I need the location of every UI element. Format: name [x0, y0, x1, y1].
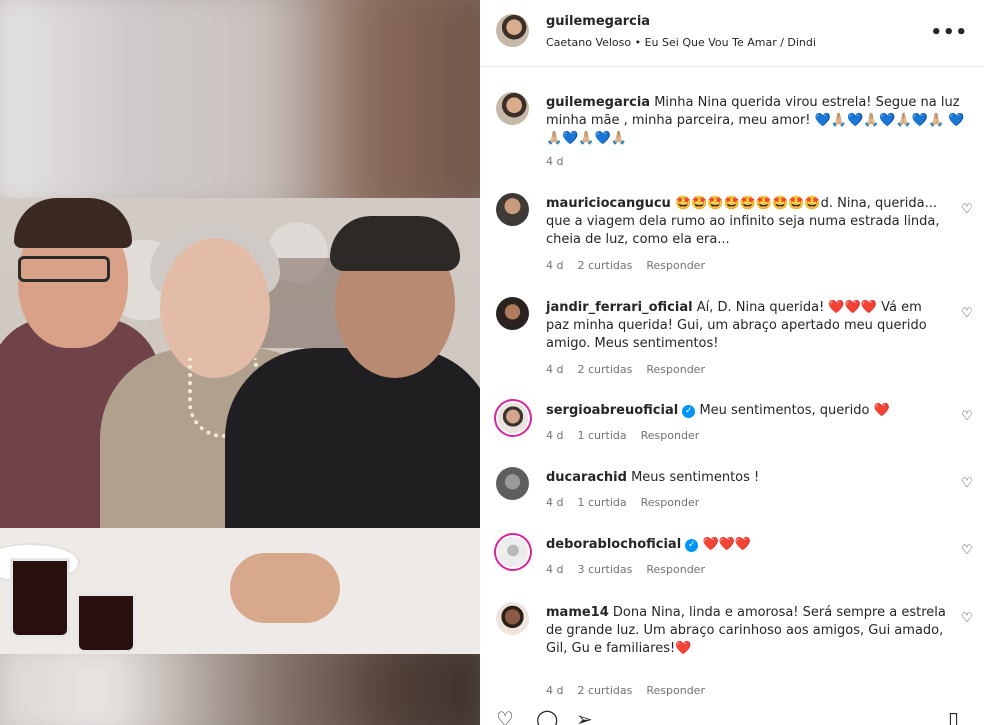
comment-like-icon[interactable]: ♡: [960, 612, 974, 626]
author-avatar[interactable]: [496, 14, 529, 47]
commenter-avatar[interactable]: [498, 403, 528, 433]
comment-text: ❤️❤️❤️: [702, 537, 751, 552]
comment-like-icon[interactable]: ♡: [960, 307, 974, 321]
commenter-avatar[interactable]: [496, 193, 529, 226]
commenter-avatar[interactable]: [496, 602, 529, 635]
post-photo: [0, 198, 480, 654]
comment-icon[interactable]: ◯: [536, 709, 558, 725]
comment-likes[interactable]: 2 curtidas: [577, 684, 632, 697]
verified-badge-icon: ✓: [682, 405, 696, 418]
action-bar: ♡ ◯ ➢ ▯: [480, 705, 984, 725]
heart-icon[interactable]: ♡: [496, 709, 518, 725]
comment-item: mame14 Dona Nina, linda e amorosa! Será …: [480, 602, 984, 702]
commenter-avatar[interactable]: [498, 537, 528, 567]
commenter-avatar[interactable]: [496, 467, 529, 500]
comment-like-icon[interactable]: ♡: [960, 544, 974, 558]
audio-label[interactable]: Caetano Veloso • Eu Sei Que Vou Te Amar …: [546, 36, 816, 49]
reply-button[interactable]: Responder: [641, 429, 700, 442]
comment-text: Meus sentimentos !: [631, 470, 760, 485]
reply-button[interactable]: Responder: [646, 684, 705, 697]
comment-item: mauriciocangucu 🤩🤩🤩🤩🤩🤩🤩🤩🤩d. Nina, querid…: [480, 193, 984, 278]
comment-meta: 4 d 3 curtidas Responder: [546, 563, 719, 576]
post-media[interactable]: [0, 0, 480, 725]
post-header: guilemegarcia Caetano Veloso • Eu Sei Qu…: [480, 0, 984, 67]
bookmark-icon[interactable]: ▯: [948, 709, 970, 725]
comment-like-icon[interactable]: ♡: [960, 477, 974, 491]
reply-button[interactable]: Responder: [646, 363, 705, 376]
reply-button[interactable]: Responder: [646, 563, 705, 576]
comment-username[interactable]: sergioabreuoficial: [546, 403, 678, 418]
caption-time: 4 d: [546, 155, 564, 168]
comment-item: ducarachid Meus sentimentos ! 4 d 1 curti…: [480, 467, 984, 517]
comment-likes[interactable]: 1 curtida: [577, 496, 626, 509]
post-dialog: guilemegarcia Caetano Veloso • Eu Sei Qu…: [0, 0, 984, 725]
caption: guilemegarcia Minha Nina querida virou e…: [480, 92, 984, 172]
comment-meta: 4 d 1 curtida Responder: [546, 429, 713, 442]
comment-likes[interactable]: 3 curtidas: [577, 563, 632, 576]
comment-time: 4 d: [546, 496, 564, 509]
comment-username[interactable]: mame14: [546, 605, 609, 620]
comment-time: 4 d: [546, 363, 564, 376]
comment-text: Meu sentimentos, querido ❤️: [699, 403, 890, 418]
comment-username[interactable]: jandir_ferrari_oficial: [546, 300, 693, 315]
comment-time: 4 d: [546, 563, 564, 576]
comment-meta: 4 d 2 curtidas Responder: [546, 363, 719, 376]
comment-username[interactable]: mauriciocangucu: [546, 196, 671, 211]
comment-likes[interactable]: 1 curtida: [577, 429, 626, 442]
comment-username[interactable]: ducarachid: [546, 470, 627, 485]
comments-panel: guilemegarcia Caetano Veloso • Eu Sei Qu…: [480, 0, 984, 725]
comment-meta: 4 d 2 curtidas Responder: [546, 259, 719, 272]
comment-username[interactable]: deborablochoficial: [546, 537, 681, 552]
commenter-avatar[interactable]: [496, 297, 529, 330]
comment-time: 4 d: [546, 429, 564, 442]
comment-meta: 4 d 1 curtida Responder: [546, 496, 713, 509]
share-icon[interactable]: ➢: [576, 709, 598, 725]
comment-like-icon[interactable]: ♡: [960, 203, 974, 217]
more-options-icon[interactable]: •••: [930, 22, 968, 43]
reply-button[interactable]: Responder: [641, 496, 700, 509]
comment-likes[interactable]: 2 curtidas: [577, 259, 632, 272]
comment-item: deborablochoficial ✓ ❤️❤️❤️ 4 d 3 curtida…: [480, 534, 984, 584]
comment-likes[interactable]: 2 curtidas: [577, 363, 632, 376]
caption-avatar[interactable]: [496, 92, 529, 125]
comment-time: 4 d: [546, 259, 564, 272]
author-username[interactable]: guilemegarcia: [546, 14, 650, 29]
caption-username[interactable]: guilemegarcia: [546, 95, 650, 110]
reply-button[interactable]: Responder: [646, 259, 705, 272]
comment-time: 4 d: [546, 684, 564, 697]
verified-badge-icon: ✓: [685, 539, 699, 552]
comment-item: sergioabreuoficial ✓ Meu sentimentos, qu…: [480, 400, 984, 450]
comment-item: jandir_ferrari_oficial Aí, D. Nina queri…: [480, 297, 984, 382]
comment-like-icon[interactable]: ♡: [960, 410, 974, 424]
comment-meta: 4 d 2 curtidas Responder: [546, 684, 719, 697]
